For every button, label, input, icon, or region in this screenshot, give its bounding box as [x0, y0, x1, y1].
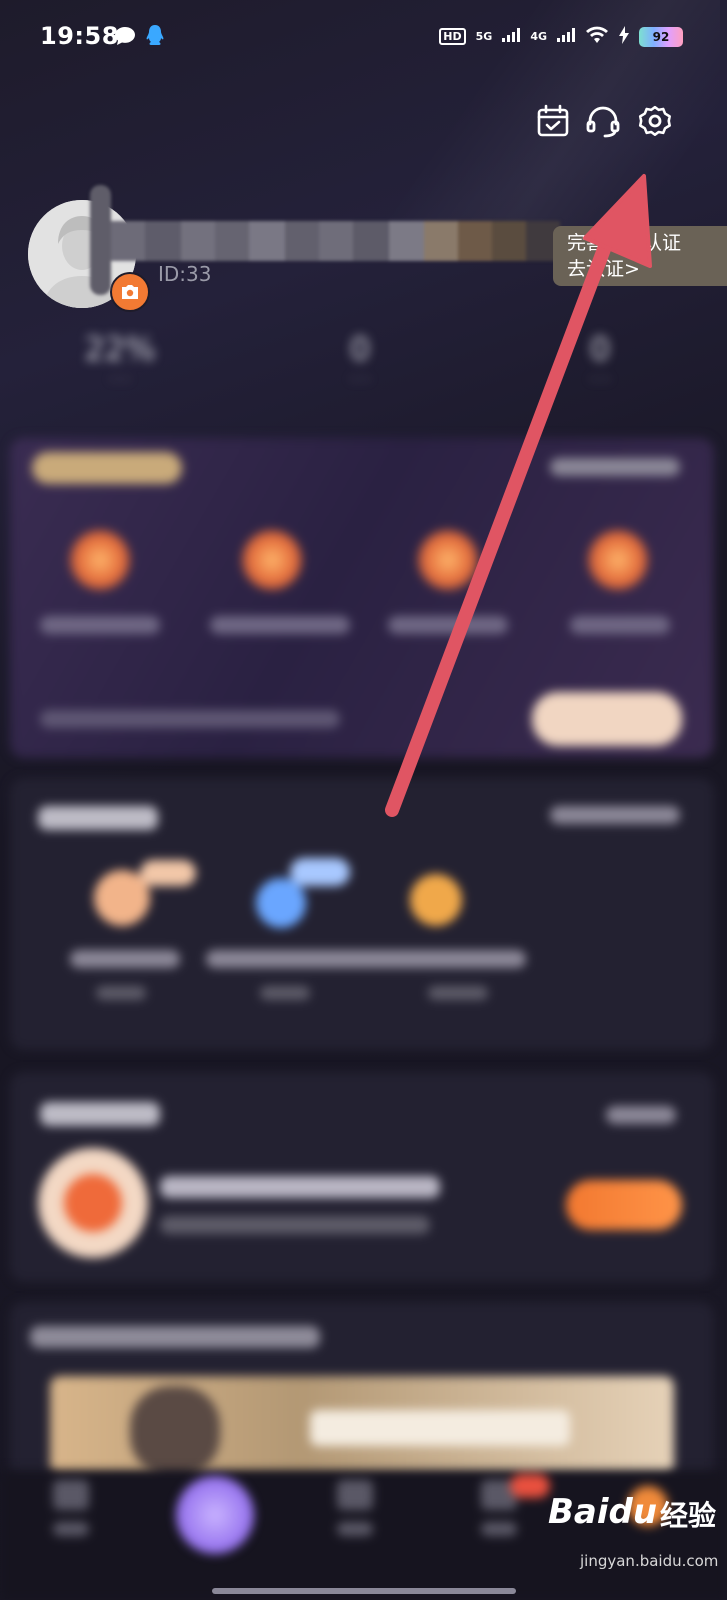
- baidu-logo: Baidu: [548, 1492, 658, 1532]
- annotation-arrow: [385, 174, 652, 817]
- watermark-url: jingyan.baidu.com: [580, 1552, 719, 1570]
- watermark-cn: 经验: [660, 1499, 717, 1532]
